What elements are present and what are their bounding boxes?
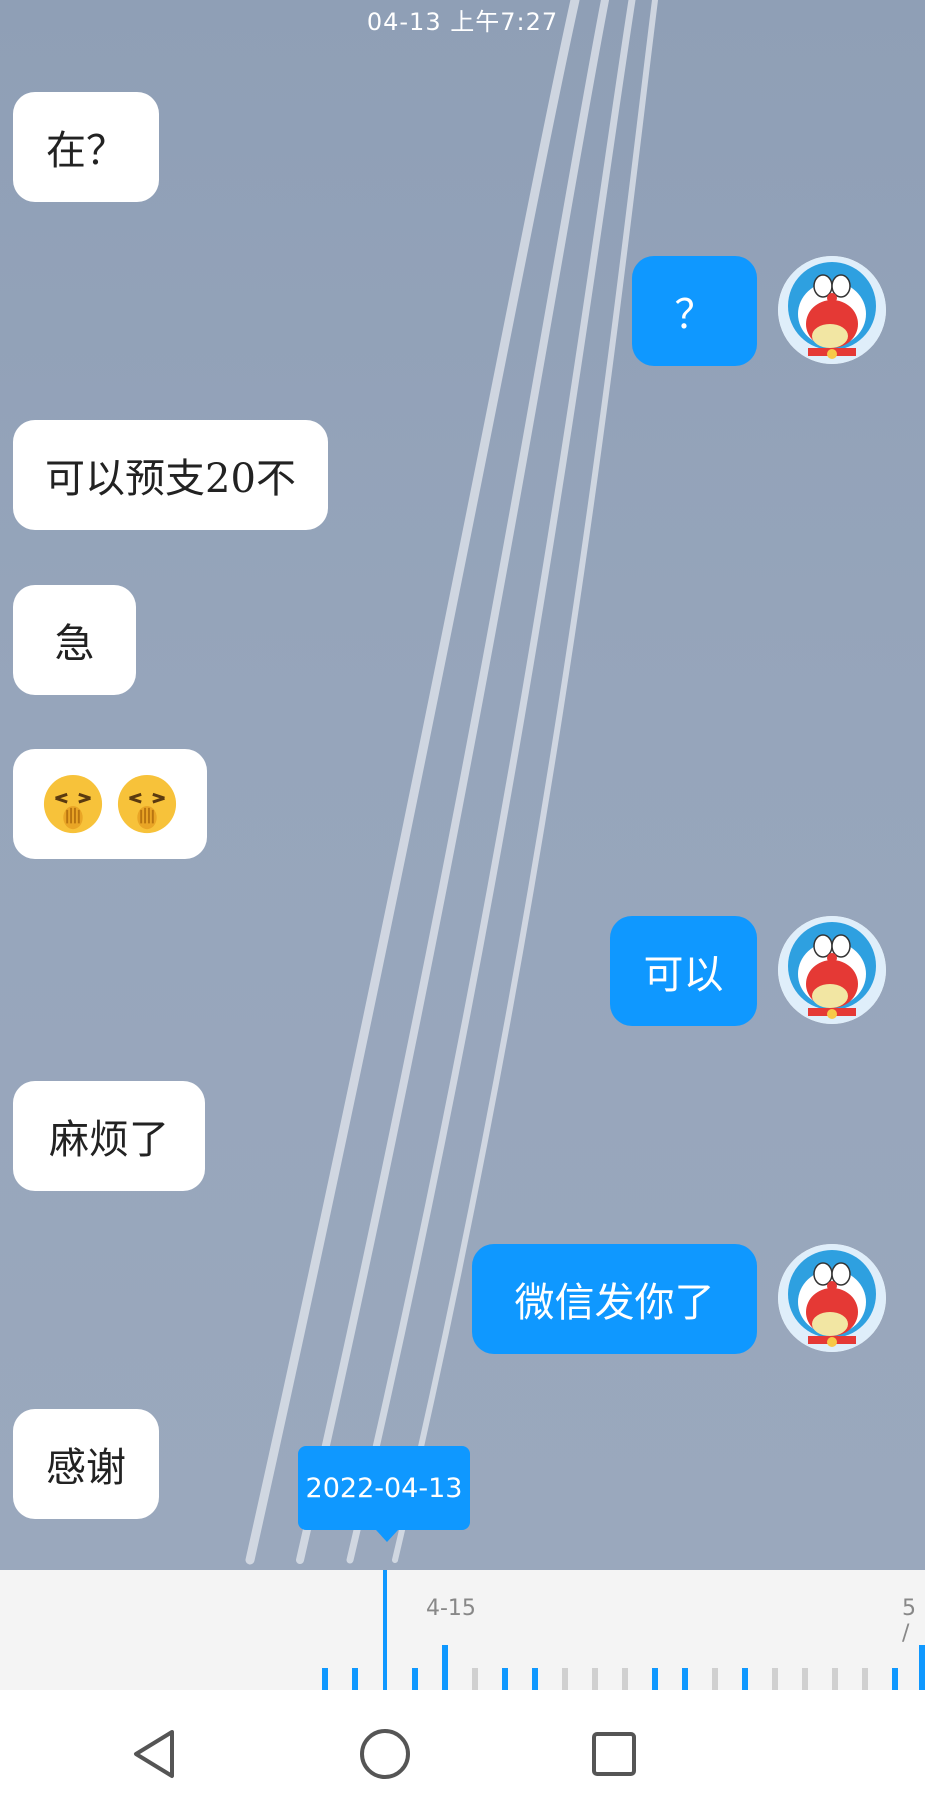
message-text: 微信发你了 xyxy=(514,1280,715,1326)
timeline-date-label: 4-15 xyxy=(426,1596,476,1621)
message-text: 可以 xyxy=(643,952,724,998)
timeline-date-label: 5 / xyxy=(902,1596,916,1646)
date-timeline-scrubber[interactable]: 4-15 5 / xyxy=(0,1570,925,1690)
selected-date-tooltip: 2022-04-13 xyxy=(298,1446,470,1542)
selected-date-text: 2022-04-13 xyxy=(305,1472,463,1504)
message-text: ？ xyxy=(674,292,715,338)
timeline-tick[interactable] xyxy=(502,1668,508,1690)
outgoing-message-bubble[interactable]: 可以 xyxy=(610,916,757,1026)
doraemon-avatar-icon xyxy=(778,1244,886,1352)
home-circle-icon xyxy=(360,1729,410,1779)
timeline-tick[interactable] xyxy=(472,1668,478,1690)
incoming-emoji-bubble[interactable] xyxy=(13,749,207,859)
back-triangle-icon xyxy=(134,1730,174,1778)
incoming-message-bubble[interactable]: 麻烦了 xyxy=(13,1081,205,1191)
timeline-tick[interactable] xyxy=(742,1668,748,1690)
timeline-tick[interactable] xyxy=(832,1668,838,1690)
timeline-tick[interactable] xyxy=(532,1668,538,1690)
message-text: 麻烦了 xyxy=(49,1117,169,1163)
incoming-message-bubble[interactable]: 可以预支20不 xyxy=(13,420,328,530)
message-text: 感谢 xyxy=(46,1445,126,1491)
doraemon-avatar-icon xyxy=(778,256,886,364)
avatar[interactable] xyxy=(778,256,886,364)
timeline-tick[interactable] xyxy=(322,1668,328,1690)
avatar[interactable] xyxy=(778,916,886,1024)
incoming-message-bubble[interactable]: 感谢 xyxy=(13,1409,159,1519)
timeline-cursor[interactable] xyxy=(383,1570,387,1690)
timeline-tick[interactable] xyxy=(442,1645,448,1690)
doraemon-avatar-icon xyxy=(778,916,886,1024)
outgoing-message-bubble[interactable]: 微信发你了 xyxy=(472,1244,757,1354)
face-palm-emoji-icon xyxy=(43,774,103,834)
incoming-message-bubble[interactable]: 急 xyxy=(13,585,136,695)
recents-square-icon xyxy=(592,1732,636,1776)
timeline-tick[interactable] xyxy=(652,1668,658,1690)
timeline-tick[interactable] xyxy=(682,1668,688,1690)
message-text: 可以预支20不 xyxy=(45,456,296,502)
timeline-tick[interactable] xyxy=(802,1668,808,1690)
timeline-tick[interactable] xyxy=(562,1668,568,1690)
timeline-tick[interactable] xyxy=(412,1668,418,1690)
incoming-message-bubble[interactable]: 在？ xyxy=(13,92,159,202)
message-text: 在？ xyxy=(46,128,126,174)
timeline-tick[interactable] xyxy=(892,1668,898,1690)
timeline-tick[interactable] xyxy=(592,1668,598,1690)
back-button[interactable] xyxy=(124,1724,184,1784)
timeline-tick[interactable] xyxy=(622,1668,628,1690)
outgoing-message-bubble[interactable]: ？ xyxy=(632,256,757,366)
timeline-tick[interactable] xyxy=(772,1668,778,1690)
message-text: 急 xyxy=(54,621,95,667)
system-navigation-bar xyxy=(0,1690,925,1815)
face-palm-emoji-icon xyxy=(117,774,177,834)
timeline-tick[interactable] xyxy=(862,1668,868,1690)
avatar[interactable] xyxy=(778,1244,886,1352)
home-button[interactable] xyxy=(355,1724,415,1784)
timeline-tick[interactable] xyxy=(352,1668,358,1690)
recents-button[interactable] xyxy=(584,1724,644,1784)
message-timestamp: 04-13 上午7:27 xyxy=(366,8,559,36)
timeline-tick[interactable] xyxy=(712,1668,718,1690)
timeline-tick[interactable] xyxy=(919,1645,925,1690)
